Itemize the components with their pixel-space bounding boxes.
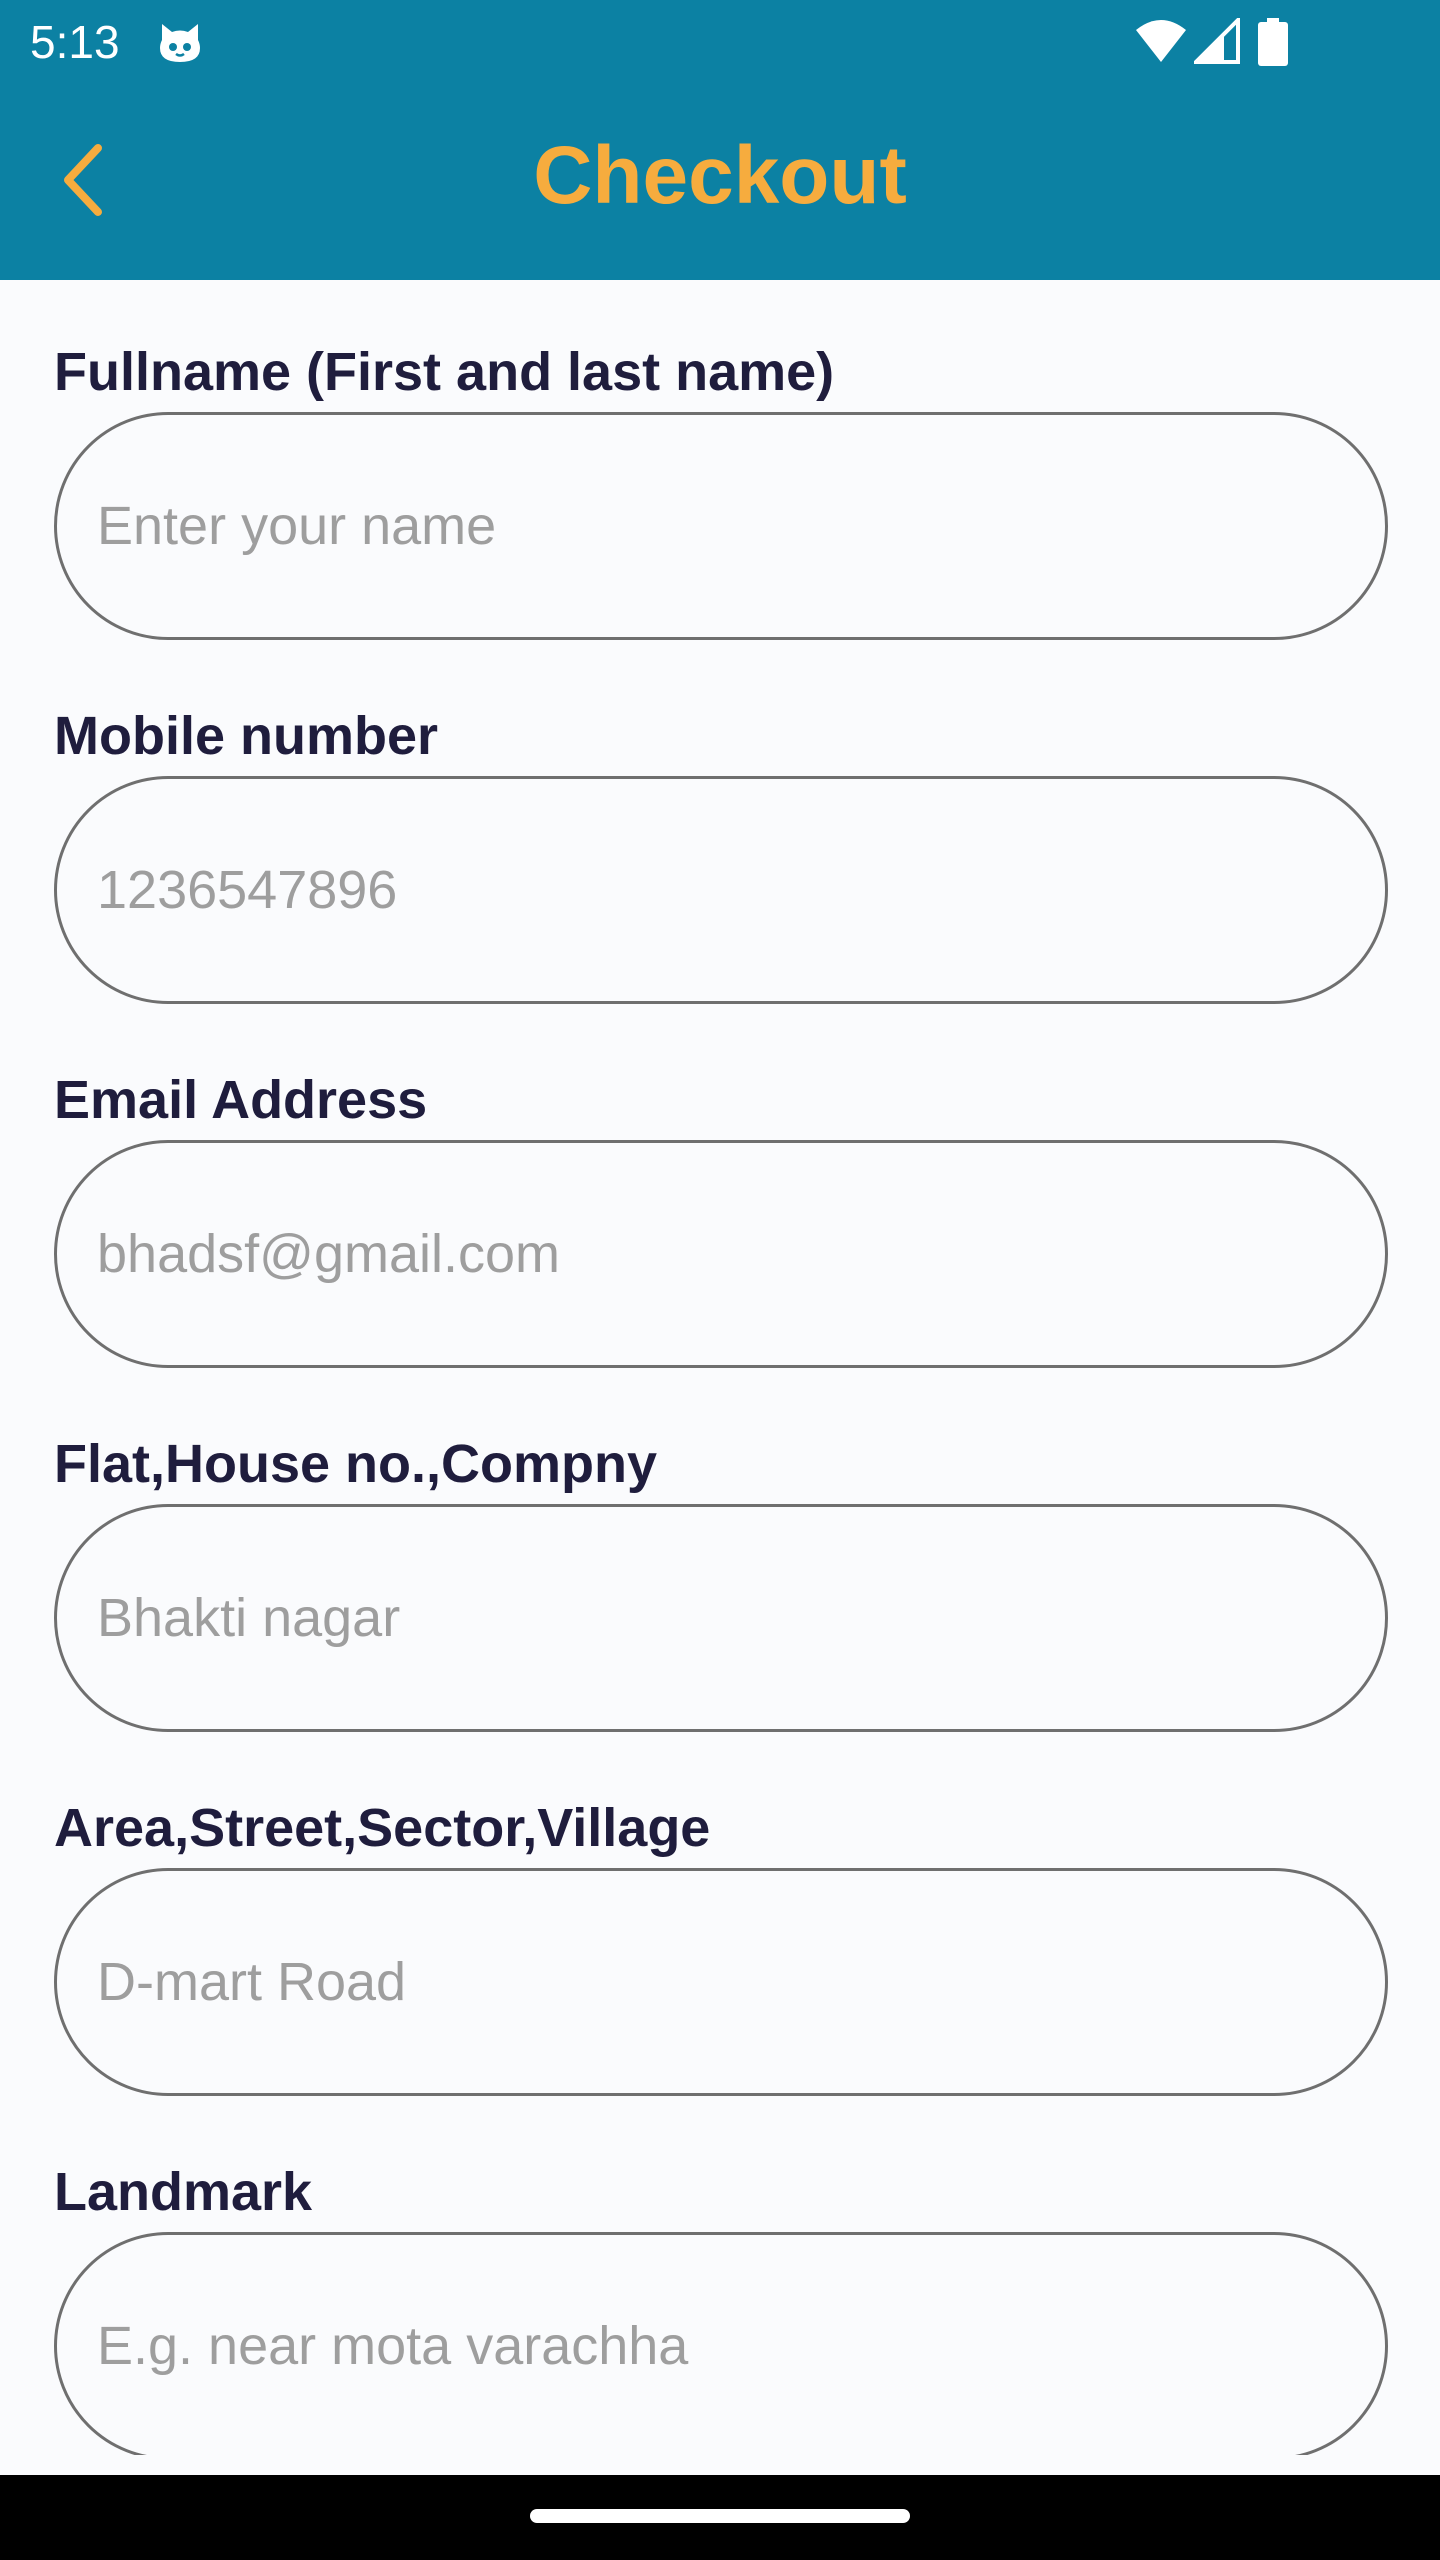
area-field: Area,Street,Sector,Village [54, 1796, 1388, 2096]
landmark-field: Landmark [54, 2160, 1388, 2455]
status-time: 5:13 [30, 16, 120, 68]
mobile-label: Mobile number [54, 706, 439, 766]
home-gesture-handle[interactable] [530, 2509, 910, 2523]
wifi-icon [1134, 18, 1188, 69]
landmark-label: Landmark [54, 2162, 313, 2222]
area-label: Area,Street,Sector,Village [54, 1798, 711, 1858]
cellular-signal-icon [1191, 15, 1240, 69]
checkout-form: Fullname (First and last name) Mobile nu… [0, 280, 1440, 2455]
mobile-input[interactable] [54, 776, 1388, 1004]
battery-icon [1258, 18, 1288, 71]
system-nav-bar [0, 2475, 1440, 2560]
email-label: Email Address [54, 1070, 428, 1130]
fullname-label: Fullname (First and last name) [54, 342, 835, 402]
landmark-input[interactable] [54, 2232, 1388, 2455]
email-field: Email Address [54, 1068, 1388, 1368]
mobile-field: Mobile number [54, 704, 1388, 1004]
flat-input[interactable] [54, 1504, 1388, 1732]
app-bar: Checkout [0, 84, 1440, 280]
email-input[interactable] [54, 1140, 1388, 1368]
area-input[interactable] [54, 1868, 1388, 2096]
fullname-input[interactable] [54, 412, 1388, 640]
cat-face-icon [156, 20, 204, 66]
status-bar: 5:13 [0, 0, 1440, 84]
fullname-field: Fullname (First and last name) [54, 340, 1388, 640]
flat-field: Flat,House no.,Compny [54, 1432, 1388, 1732]
flat-label: Flat,House no.,Compny [54, 1434, 658, 1494]
page-title: Checkout [533, 130, 907, 221]
